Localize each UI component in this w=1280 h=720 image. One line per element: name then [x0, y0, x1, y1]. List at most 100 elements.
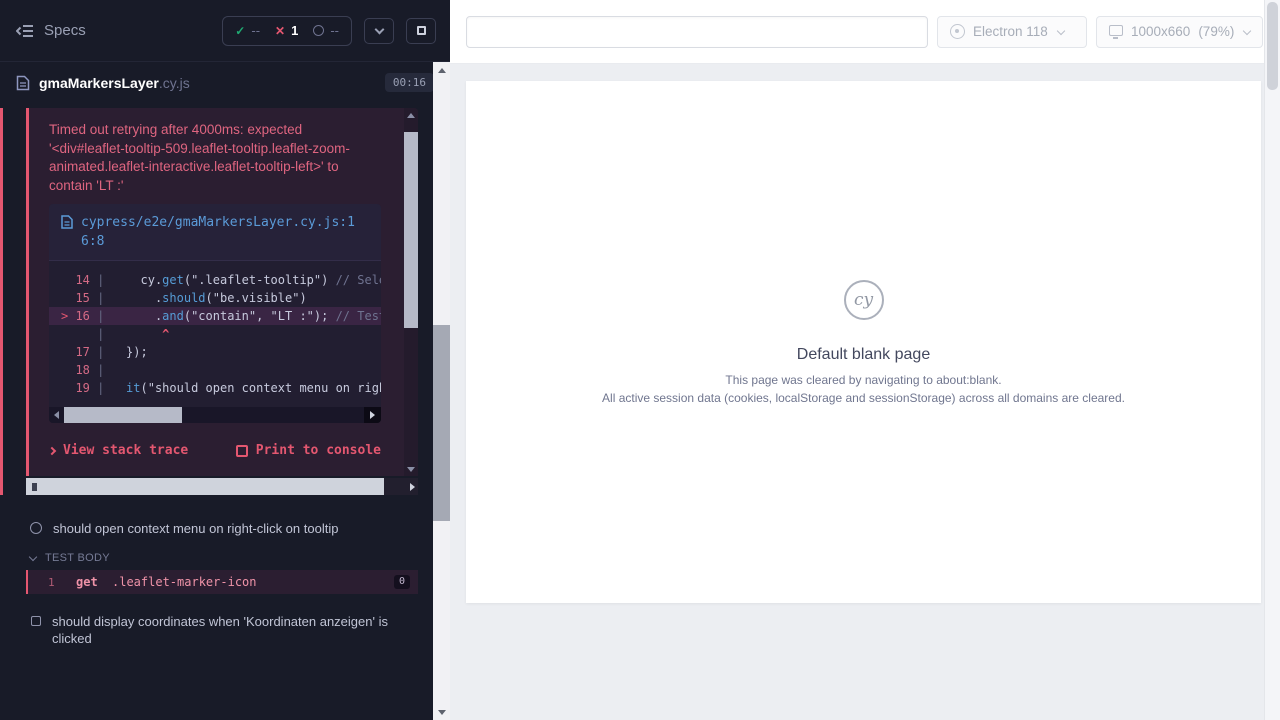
passed-count: --: [251, 23, 260, 38]
console-icon: [236, 445, 248, 457]
electron-icon: [950, 24, 965, 39]
chevron-down-icon: [29, 553, 37, 561]
attempt-hscroll-track[interactable]: [384, 478, 418, 495]
failed-attempt-region: Timed out retrying after 4000ms: expecte…: [0, 108, 450, 495]
test-item-running[interactable]: should open context menu on right-click …: [0, 513, 450, 544]
command-number: 1: [48, 576, 76, 589]
spec-file-icon: [16, 75, 30, 91]
file-icon: [61, 215, 73, 235]
aut-subtitle-2: All active session data (cookies, localS…: [602, 391, 1125, 405]
vscroll-thumb[interactable]: [404, 132, 418, 328]
print-to-console-label: Print to console: [256, 443, 381, 458]
stat-failed: ✕ 1: [275, 23, 298, 38]
error-panel: Timed out retrying after 4000ms: expecte…: [26, 108, 418, 476]
code-frame-file-link[interactable]: cypress/e2e/gmaMarkersLayer.cy.js:16:8: [49, 204, 381, 261]
scroll-left-arrow-icon[interactable]: [26, 478, 42, 495]
test-body-label: TEST BODY: [45, 552, 110, 564]
failed-count: 1: [291, 23, 298, 38]
check-icon: ✓: [235, 25, 245, 37]
code-frame-filename: cypress/e2e/gmaMarkersLayer.cy.js:16:8: [81, 213, 369, 251]
test-body-toggle[interactable]: TEST BODY: [30, 552, 450, 564]
command-method: get: [76, 575, 112, 589]
test-title: should open context menu on right-click …: [53, 520, 338, 537]
scroll-up-arrow-icon[interactable]: [404, 108, 418, 122]
error-message: Timed out retrying after 4000ms: expecte…: [49, 121, 379, 195]
cypress-app: Specs ✓ -- ✕ 1 --: [0, 0, 1280, 720]
spec-row[interactable]: gmaMarkersLayer.cy.js 00:16: [0, 62, 450, 100]
runner-header: Electron 118 1000x660 (79%): [450, 0, 1280, 64]
reporter-header: Specs ✓ -- ✕ 1 --: [0, 0, 450, 62]
runner-main: Electron 118 1000x660 (79%) cy Default b…: [450, 0, 1280, 720]
chevron-right-icon: [48, 446, 56, 454]
specs-menu-icon[interactable]: [16, 24, 34, 38]
view-stack-trace-link[interactable]: View stack trace: [49, 443, 188, 458]
aut-title: Default blank page: [797, 346, 930, 364]
scroll-right-arrow-icon[interactable]: [364, 407, 381, 423]
code-line: 19 | it("should open context menu on rig…: [61, 379, 381, 397]
spec-title: gmaMarkersLayer.cy.js: [39, 74, 190, 92]
page-scroll-thumb[interactable]: [1267, 2, 1278, 90]
specs-label: Specs: [44, 22, 86, 39]
stop-icon: [417, 26, 426, 35]
code-line: 17 | });: [61, 343, 381, 361]
command-row[interactable]: 1 get .leaflet-marker-icon 0: [26, 570, 418, 594]
scroll-down-arrow-icon[interactable]: [433, 704, 450, 720]
running-test-icon: [30, 522, 42, 534]
browser-label: Electron 118: [973, 24, 1048, 39]
run-stats[interactable]: ✓ -- ✕ 1 --: [222, 16, 352, 46]
browser-select[interactable]: Electron 118: [937, 16, 1087, 48]
pending-count: --: [330, 23, 339, 38]
scroll-left-arrow-icon[interactable]: [49, 407, 64, 423]
test-list: should open context menu on right-click …: [0, 513, 450, 654]
scroll-down-arrow-icon[interactable]: [404, 462, 418, 476]
spec-name: gmaMarkersLayer: [39, 75, 159, 91]
hscroll-track[interactable]: [182, 407, 364, 423]
code-frame-lines: 14 | cy.get(".leaflet-tooltip") // Sele …: [49, 261, 381, 399]
reporter-sidebar: Specs ✓ -- ✕ 1 --: [0, 0, 450, 720]
command-badge: 0: [394, 575, 410, 589]
error-actions: View stack trace Print to console: [49, 443, 381, 458]
chevron-down-icon: [1243, 26, 1251, 34]
aut-subtitle-1: This page was cleared by navigating to a…: [725, 373, 1001, 387]
x-icon: ✕: [275, 25, 285, 37]
test-item-queued[interactable]: should display coordinates when 'Koordin…: [0, 606, 450, 654]
stat-pending: --: [313, 23, 339, 38]
view-stack-trace-label: View stack trace: [63, 443, 188, 458]
attempt-hscroll-thumb[interactable]: [42, 478, 384, 495]
aut-container: cy Default blank page This page was clea…: [450, 64, 1280, 603]
code-line: 15 | .should("be.visible"): [61, 289, 381, 307]
code-frame-hscrollbar[interactable]: [49, 407, 381, 423]
attempt-hscrollbar[interactable]: [26, 478, 418, 495]
reporter-scrollbar[interactable]: [433, 62, 450, 720]
queued-test-icon: [31, 616, 41, 626]
collapse-all-button[interactable]: [364, 18, 394, 44]
cypress-logo: cy: [844, 280, 884, 320]
chevron-down-icon: [374, 24, 384, 34]
spec-extension: .cy.js: [159, 75, 190, 91]
viewport-icon: [1109, 25, 1123, 36]
spec-duration-badge: 00:16: [385, 73, 434, 92]
scroll-up-arrow-icon[interactable]: [433, 62, 450, 78]
viewport-size: 1000x660: [1131, 24, 1190, 39]
code-line: > 16 | .and("contain", "LT :"); // Test: [49, 307, 381, 325]
command-message: .leaflet-marker-icon: [112, 575, 257, 589]
code-line: 18 |: [61, 361, 381, 379]
code-frame: cypress/e2e/gmaMarkersLayer.cy.js:16:8 1…: [49, 204, 381, 423]
stat-passed: ✓ --: [235, 23, 260, 38]
test-title: should display coordinates when 'Koordin…: [52, 613, 400, 647]
stop-run-button[interactable]: [406, 18, 436, 44]
hscroll-thumb[interactable]: [64, 407, 182, 423]
chevron-down-icon: [1057, 26, 1065, 34]
viewport-select[interactable]: 1000x660 (79%): [1096, 16, 1263, 48]
code-line: 14 | cy.get(".leaflet-tooltip") // Sele: [61, 271, 381, 289]
print-to-console-button[interactable]: Print to console: [236, 443, 381, 458]
error-vscrollbar[interactable]: [404, 108, 418, 476]
page-scrollbar[interactable]: [1264, 0, 1280, 720]
scroll-right-arrow-icon[interactable]: [410, 483, 415, 491]
viewport-zoom: (79%): [1198, 24, 1234, 39]
pending-circle-icon: [313, 25, 324, 36]
aut-frame: cy Default blank page This page was clea…: [466, 81, 1261, 603]
url-input[interactable]: [466, 16, 928, 48]
reporter-scroll-thumb[interactable]: [433, 325, 450, 521]
code-line: | ^: [61, 325, 381, 343]
